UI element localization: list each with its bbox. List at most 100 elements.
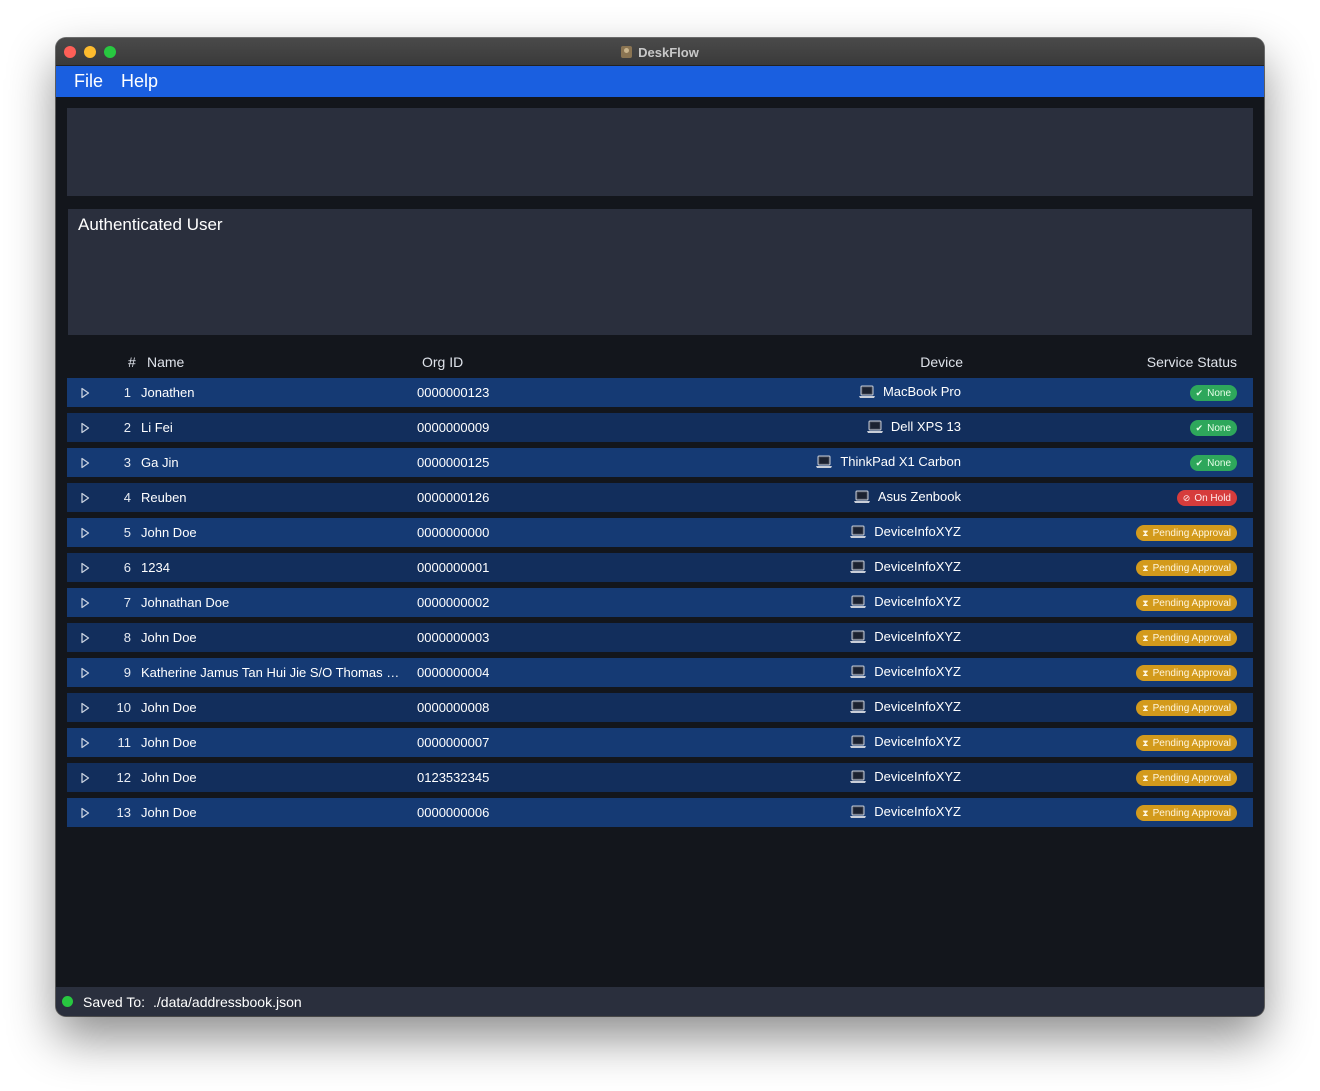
expand-row-icon[interactable] <box>79 806 91 819</box>
stop-icon: ⊘ <box>1182 492 1191 503</box>
hourglass-icon: ⧗ <box>1142 527 1149 538</box>
laptop-icon <box>850 770 867 784</box>
column-header-name[interactable]: Name <box>147 354 184 370</box>
hourglass-icon: ⧗ <box>1142 597 1149 608</box>
table-row[interactable]: 4 Reuben 0000000126 Asus Zenbook ⊘ On Hold <box>67 483 1253 512</box>
contact-name: Reuben <box>141 490 187 505</box>
laptop-icon <box>850 665 867 679</box>
laptop-icon <box>850 805 867 819</box>
laptop-icon <box>853 490 870 504</box>
table-row[interactable]: 2 Li Fei 0000000009 Dell XPS 13 ✔ None <box>67 413 1253 442</box>
expand-row-icon[interactable] <box>79 456 91 469</box>
service-status-label: Pending Approval <box>1152 667 1231 679</box>
row-index: 6 <box>123 560 131 575</box>
service-status-label: Pending Approval <box>1152 772 1231 784</box>
table-row[interactable]: 12 John Doe 0123532345 DeviceInfoXYZ ⧗ Pendin… <box>67 763 1253 792</box>
service-status-badge: ⧗ Pending Approval <box>1136 700 1237 716</box>
table-row[interactable]: 8 John Doe 0000000003 DeviceInfoXYZ ⧗ Pending… <box>67 623 1253 652</box>
hourglass-icon: ⧗ <box>1142 562 1149 573</box>
device-cell: MacBook Pro <box>858 384 961 399</box>
laptop-icon <box>850 525 867 539</box>
service-status-label: Pending Approval <box>1152 527 1231 539</box>
service-status-badge: ⧗ Pending Approval <box>1136 630 1237 646</box>
table-row[interactable]: 7 Johnathan Doe 0000000002 DeviceInfoXYZ ⧗ Pe… <box>67 588 1253 617</box>
expand-row-icon[interactable] <box>79 561 91 574</box>
device-cell: DeviceInfoXYZ <box>850 734 961 749</box>
org-id: 0000000000 <box>417 525 490 540</box>
row-index: 7 <box>123 595 131 610</box>
expand-row-icon[interactable] <box>79 701 91 714</box>
menu-file[interactable]: File <box>74 71 103 92</box>
table-row[interactable]: 5 John Doe 0000000000 DeviceInfoXYZ ⧗ Pending… <box>67 518 1253 547</box>
expand-row-icon[interactable] <box>79 596 91 609</box>
contact-name: John Doe <box>141 630 197 645</box>
row-index: 4 <box>123 490 131 505</box>
column-header-service-status[interactable]: Service Status <box>1147 354 1237 370</box>
row-index: 8 <box>123 630 131 645</box>
hourglass-icon: ⧗ <box>1142 807 1149 818</box>
device-name: DeviceInfoXYZ <box>874 804 961 819</box>
saved-file-path: ./data/addressbook.json <box>153 993 302 1010</box>
device-name: DeviceInfoXYZ <box>874 664 961 679</box>
org-id: 0000000002 <box>417 595 490 610</box>
device-cell: DeviceInfoXYZ <box>850 629 961 644</box>
device-name: DeviceInfoXYZ <box>874 629 961 644</box>
device-cell: DeviceInfoXYZ <box>850 559 961 574</box>
contact-name: 1234 <box>141 560 170 575</box>
org-id: 0000000004 <box>417 665 490 680</box>
org-id: 0000000125 <box>417 455 490 470</box>
expand-row-icon[interactable] <box>79 771 91 784</box>
table-row[interactable]: 3 Ga Jin 0000000125 ThinkPad X1 Carbon ✔ None <box>67 448 1253 477</box>
service-status-label: None <box>1207 387 1231 399</box>
service-status-badge: ⧗ Pending Approval <box>1136 665 1237 681</box>
expand-row-icon[interactable] <box>79 386 91 399</box>
org-id: 0000000123 <box>417 385 490 400</box>
expand-row-icon[interactable] <box>79 421 91 434</box>
check-icon: ✔ <box>1195 387 1204 398</box>
laptop-icon <box>866 420 883 434</box>
laptop-icon <box>816 455 833 469</box>
laptop-icon <box>850 595 867 609</box>
service-status-label: None <box>1207 457 1231 469</box>
device-name: DeviceInfoXYZ <box>874 699 961 714</box>
status-bar: Saved To: ./data/addressbook.json <box>56 987 1264 1016</box>
org-id: 0000000006 <box>417 805 490 820</box>
column-header-number[interactable]: # <box>128 354 136 370</box>
column-header-org-id[interactable]: Org ID <box>422 354 463 370</box>
device-name: Asus Zenbook <box>877 489 961 504</box>
device-name: DeviceInfoXYZ <box>874 594 961 609</box>
authenticated-user-panel: Authenticated User <box>68 209 1252 335</box>
column-header-device[interactable]: Device <box>920 354 963 370</box>
service-status-badge: ⧗ Pending Approval <box>1136 735 1237 751</box>
device-name: DeviceInfoXYZ <box>874 524 961 539</box>
table-row[interactable]: 1 Jonathen 0000000123 MacBook Pro ✔ None <box>67 378 1253 407</box>
command-result-panel <box>67 108 1253 196</box>
check-icon: ✔ <box>1195 422 1204 433</box>
row-index: 5 <box>123 525 131 540</box>
laptop-icon <box>850 630 867 644</box>
table-row[interactable]: 10 John Doe 0000000008 DeviceInfoXYZ ⧗ Pendin… <box>67 693 1253 722</box>
contact-name: John Doe <box>141 805 197 820</box>
hourglass-icon: ⧗ <box>1142 737 1149 748</box>
row-index: 3 <box>123 455 131 470</box>
device-cell: DeviceInfoXYZ <box>850 664 961 679</box>
service-status-badge: ⧗ Pending Approval <box>1136 560 1237 576</box>
laptop-icon <box>858 385 875 399</box>
table-row[interactable]: 13 John Doe 0000000006 DeviceInfoXYZ ⧗ Pendin… <box>67 798 1253 827</box>
menu-help[interactable]: Help <box>121 71 158 92</box>
contact-name: Johnathan Doe <box>141 595 230 610</box>
table-row[interactable]: 9 Katherine Jamus Tan Hui Jie S/O Thomas … <box>67 658 1253 687</box>
device-cell: Asus Zenbook <box>853 489 961 504</box>
expand-row-icon[interactable] <box>79 736 91 749</box>
expand-row-icon[interactable] <box>79 631 91 644</box>
saved-status-dot <box>62 996 73 1007</box>
hourglass-icon: ⧗ <box>1142 772 1149 783</box>
service-status-label: None <box>1207 422 1231 434</box>
expand-row-icon[interactable] <box>79 666 91 679</box>
table-row[interactable]: 6 1234 0000000001 DeviceInfoXYZ ⧗ Pending App… <box>67 553 1253 582</box>
expand-row-icon[interactable] <box>79 491 91 504</box>
service-status-badge: ⧗ Pending Approval <box>1136 595 1237 611</box>
expand-row-icon[interactable] <box>79 526 91 539</box>
device-name: DeviceInfoXYZ <box>874 559 961 574</box>
table-row[interactable]: 11 John Doe 0000000007 DeviceInfoXYZ ⧗ Pendin… <box>67 728 1253 757</box>
